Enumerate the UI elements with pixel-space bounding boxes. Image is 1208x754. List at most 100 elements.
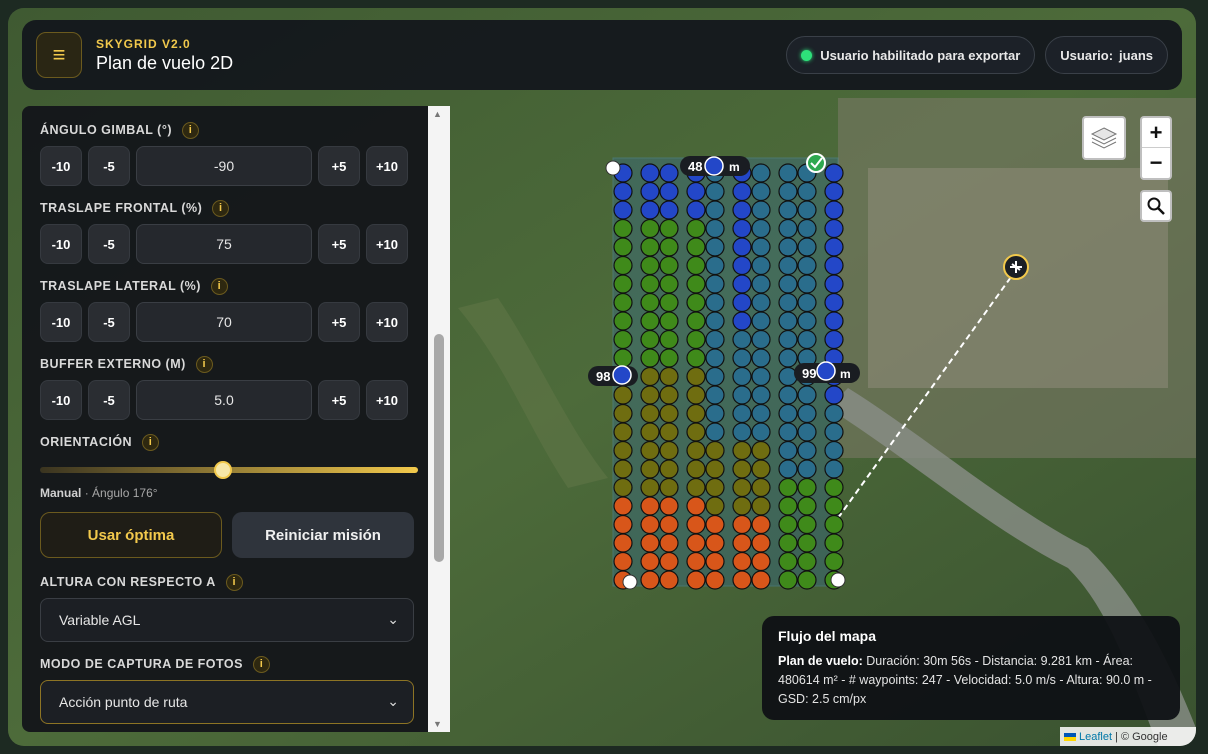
waypoint-marker[interactable] — [778, 477, 798, 498]
waypoint-marker[interactable] — [640, 551, 660, 572]
buffer-minus5-button[interactable]: -5 — [88, 380, 130, 420]
waypoint-marker[interactable] — [732, 329, 752, 350]
waypoint-marker[interactable] — [613, 274, 633, 294]
waypoint-marker[interactable] — [705, 496, 725, 516]
waypoint-marker[interactable] — [751, 218, 771, 239]
waypoint-marker[interactable] — [640, 514, 660, 535]
waypoint-marker[interactable] — [797, 514, 817, 535]
info-icon[interactable]: i — [210, 277, 228, 295]
lateral-plus5-button[interactable]: +5 — [318, 302, 360, 342]
waypoint-marker[interactable] — [659, 292, 679, 313]
waypoint-marker[interactable] — [613, 403, 633, 424]
waypoint-marker[interactable] — [705, 255, 725, 276]
waypoint-marker[interactable] — [613, 496, 633, 516]
waypoint-marker[interactable] — [640, 218, 660, 239]
waypoint-marker[interactable] — [824, 551, 844, 572]
waypoint-marker[interactable] — [640, 570, 660, 590]
waypoint-marker[interactable] — [659, 274, 679, 294]
waypoint-marker[interactable] — [778, 274, 798, 294]
waypoint-marker[interactable] — [659, 366, 679, 387]
waypoint-marker[interactable] — [732, 218, 752, 239]
waypoint-marker[interactable] — [778, 163, 798, 183]
waypoint-marker[interactable] — [732, 274, 752, 294]
waypoint-marker[interactable] — [797, 274, 817, 294]
scroll-up-icon[interactable]: ▲ — [433, 109, 442, 119]
waypoint-marker[interactable] — [659, 329, 679, 350]
waypoint-marker[interactable] — [686, 422, 706, 442]
waypoint-marker[interactable] — [824, 329, 844, 350]
waypoint-marker[interactable] — [824, 237, 844, 257]
waypoint-marker[interactable] — [705, 477, 725, 498]
waypoint-marker[interactable] — [640, 200, 660, 220]
waypoint-marker[interactable] — [705, 459, 725, 479]
waypoint-marker[interactable] — [751, 477, 771, 498]
waypoint-marker[interactable] — [824, 440, 844, 461]
waypoint-marker[interactable] — [797, 496, 817, 516]
waypoint-marker[interactable] — [732, 403, 752, 424]
altura-select[interactable]: Variable AGL ⌄ — [40, 598, 414, 642]
waypoint-marker[interactable] — [686, 348, 706, 368]
waypoint-marker[interactable] — [705, 551, 725, 572]
waypoint-marker[interactable] — [640, 533, 660, 553]
waypoint-marker[interactable] — [686, 551, 706, 572]
waypoint-marker[interactable] — [659, 237, 679, 257]
waypoint-marker[interactable] — [797, 477, 817, 498]
waypoint-marker[interactable] — [613, 514, 633, 535]
waypoint-marker[interactable] — [705, 311, 725, 331]
waypoint-marker[interactable] — [659, 551, 679, 572]
waypoint-marker[interactable] — [659, 200, 679, 220]
layers-button[interactable] — [1082, 116, 1126, 160]
panel-scrollbar[interactable]: ▲ ▼ — [428, 106, 450, 732]
waypoint-marker[interactable] — [778, 329, 798, 350]
frontal-minus10-button[interactable]: -10 — [40, 224, 82, 264]
zoom-in-button[interactable]: + — [1142, 118, 1170, 148]
waypoint-marker[interactable] — [659, 163, 679, 183]
frontal-plus10-button[interactable]: +10 — [366, 224, 408, 264]
waypoint-marker[interactable] — [732, 477, 752, 498]
waypoint-marker[interactable] — [797, 385, 817, 405]
waypoint-marker[interactable] — [751, 292, 771, 313]
waypoint-marker[interactable] — [705, 533, 725, 553]
buffer-plus10-button[interactable]: +10 — [366, 380, 408, 420]
waypoint-marker[interactable] — [659, 440, 679, 461]
waypoint-marker[interactable] — [613, 459, 633, 479]
waypoint-marker[interactable] — [778, 385, 798, 405]
waypoint-marker[interactable] — [686, 218, 706, 239]
frontal-input[interactable]: 75 — [136, 224, 312, 264]
map-search-button[interactable] — [1140, 190, 1172, 222]
waypoint-marker[interactable] — [640, 237, 660, 257]
waypoint-marker[interactable] — [797, 551, 817, 572]
waypoint-marker[interactable] — [824, 514, 844, 535]
waypoint-marker[interactable] — [732, 255, 752, 276]
waypoint-marker[interactable] — [613, 292, 633, 313]
waypoint-marker[interactable] — [778, 533, 798, 553]
waypoint-marker[interactable] — [732, 459, 752, 479]
waypoint-marker[interactable] — [659, 422, 679, 442]
waypoint-marker[interactable] — [778, 200, 798, 220]
waypoint-marker[interactable] — [751, 274, 771, 294]
scroll-down-icon[interactable]: ▼ — [433, 719, 442, 729]
waypoint-marker[interactable] — [640, 477, 660, 498]
waypoint-marker[interactable] — [824, 385, 844, 405]
gimbal-minus5-button[interactable]: -5 — [88, 146, 130, 186]
waypoint-marker[interactable] — [797, 311, 817, 331]
waypoint-marker[interactable] — [778, 440, 798, 461]
gimbal-plus5-button[interactable]: +5 — [318, 146, 360, 186]
leaflet-link[interactable]: Leaflet — [1079, 731, 1112, 743]
corner-marker[interactable] — [622, 574, 638, 590]
waypoint-marker[interactable] — [778, 514, 798, 535]
waypoint-marker[interactable] — [705, 440, 725, 461]
waypoint-marker[interactable] — [640, 385, 660, 405]
waypoint-marker[interactable] — [659, 496, 679, 516]
waypoint-marker[interactable] — [751, 366, 771, 387]
waypoint-marker[interactable] — [640, 403, 660, 424]
waypoint-marker[interactable] — [640, 459, 660, 479]
waypoint-marker[interactable] — [659, 311, 679, 331]
waypoint-marker[interactable] — [824, 422, 844, 442]
waypoint-marker[interactable] — [751, 551, 771, 572]
waypoint-marker[interactable] — [686, 255, 706, 276]
waypoint-marker[interactable] — [797, 533, 817, 553]
waypoint-marker[interactable] — [751, 255, 771, 276]
orientation-slider[interactable] — [40, 454, 418, 484]
waypoint-marker[interactable] — [751, 163, 771, 183]
